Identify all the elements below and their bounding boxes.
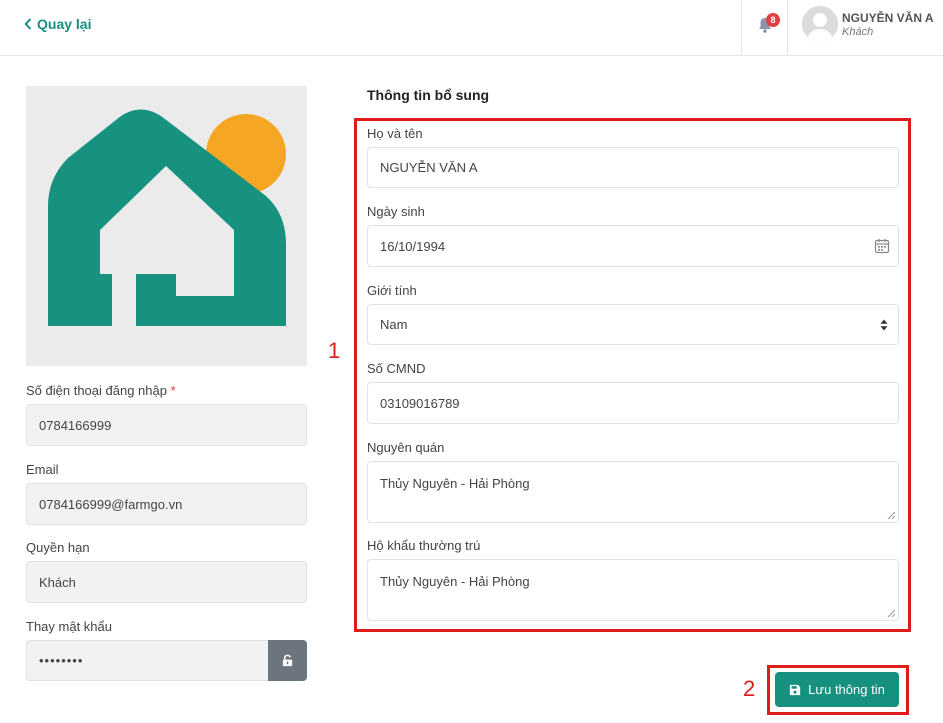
- role-label: Quyền hạn: [26, 540, 90, 555]
- save-button[interactable]: Lưu thông tin: [775, 672, 899, 707]
- password-label: Thay mật khẩu: [26, 619, 112, 634]
- notifications-button[interactable]: 8: [741, 0, 788, 55]
- user-menu[interactable]: NGUYỄN VĂN A Khách: [802, 6, 934, 42]
- gender-label: Giới tính: [367, 283, 417, 298]
- user-name: NGUYỄN VĂN A: [842, 10, 934, 25]
- phone-field[interactable]: 0784166999: [26, 404, 307, 446]
- full-name-input[interactable]: NGUYỄN VĂN A: [367, 147, 899, 188]
- gender-select[interactable]: Nam: [367, 304, 899, 345]
- section-title: Thông tin bổ sung: [367, 87, 490, 103]
- top-bar: Quay lại 8 NGUYỄN VĂN A Khách: [0, 0, 943, 56]
- resize-handle-icon[interactable]: [887, 609, 896, 618]
- annotation-2: 2: [743, 676, 756, 701]
- save-icon: [790, 684, 801, 695]
- back-label: Quay lại: [37, 16, 92, 32]
- hometown-textarea[interactable]: Thủy Nguyên - Hải Phòng: [367, 461, 899, 523]
- calendar-icon[interactable]: [874, 238, 890, 254]
- birthday-label: Ngày sinh: [367, 204, 425, 219]
- residence-label: Hộ khẩu thường trú: [367, 538, 481, 553]
- resize-handle-icon[interactable]: [887, 511, 896, 520]
- sort-arrows-icon: [880, 319, 888, 331]
- required-mark: *: [170, 383, 176, 398]
- user-avatar-icon: [802, 6, 838, 42]
- id-number-input[interactable]: 03109016789: [367, 382, 899, 424]
- password-field[interactable]: ••••••••: [26, 640, 268, 681]
- email-field[interactable]: 0784166999@farmgo.vn: [26, 483, 307, 525]
- user-role: Khách: [842, 25, 874, 38]
- chevron-left-icon: [24, 18, 32, 30]
- residence-textarea[interactable]: Thủy Nguyên - Hải Phòng: [367, 559, 899, 621]
- back-link[interactable]: Quay lại: [24, 16, 91, 32]
- hometown-label: Nguyên quán: [367, 440, 445, 455]
- house-logo: [26, 86, 307, 366]
- save-label: Lưu thông tin: [808, 682, 885, 697]
- phone-label: Số điện thoại đăng nhập *: [26, 383, 176, 398]
- unlock-password-button[interactable]: [268, 640, 307, 681]
- notification-badge: 8: [766, 13, 780, 27]
- id-number-label: Số CMND: [367, 361, 426, 376]
- birthday-input[interactable]: 16/10/1994: [367, 225, 899, 267]
- password-group: ••••••••: [26, 640, 307, 681]
- highlight-box-1: [354, 118, 911, 632]
- full-name-label: Họ và tên: [367, 126, 423, 141]
- unlock-icon: [282, 654, 293, 667]
- annotation-1: 1: [328, 338, 341, 363]
- role-field[interactable]: Khách: [26, 561, 307, 603]
- email-label: Email: [26, 462, 59, 477]
